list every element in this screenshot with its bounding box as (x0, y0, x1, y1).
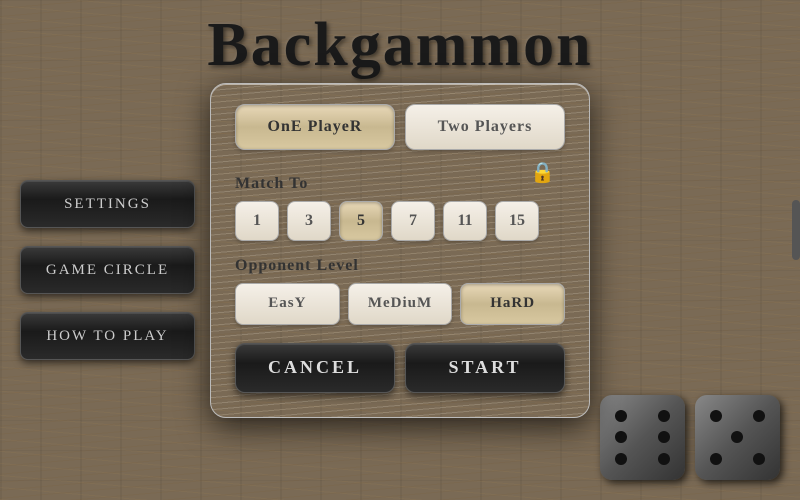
hard-button[interactable]: HaRD (460, 283, 565, 325)
start-label: Start (448, 357, 521, 377)
match-5-button[interactable]: 5 (339, 201, 383, 241)
match-15-button[interactable]: 15 (495, 201, 539, 241)
match-11-button[interactable]: 11 (443, 201, 487, 241)
dialog: OnE PlayeR Two Players 🔒 Match To 1 3 5 … (210, 83, 590, 418)
two-players-label: Two Players (438, 118, 533, 135)
one-player-button[interactable]: OnE PlayeR (235, 104, 395, 150)
one-player-label: OnE PlayeR (268, 118, 363, 135)
easy-button[interactable]: EasY (235, 283, 340, 325)
two-players-button[interactable]: Two Players (405, 104, 565, 150)
match-3-button[interactable]: 3 (287, 201, 331, 241)
mode-row: OnE PlayeR Two Players (235, 104, 565, 150)
cancel-button[interactable]: Cancel (235, 343, 395, 393)
lock-icon: 🔒 (530, 160, 555, 185)
opponent-level-label: Opponent Level (235, 257, 565, 275)
match-row: 1 3 5 7 11 15 (235, 201, 565, 241)
dialog-overlay: OnE PlayeR Two Players 🔒 Match To 1 3 5 … (0, 0, 800, 500)
medium-button[interactable]: MeDiuM (348, 283, 453, 325)
match-7-button[interactable]: 7 (391, 201, 435, 241)
action-row: Cancel Start (235, 343, 565, 393)
match-to-label: Match To (235, 175, 565, 193)
start-button[interactable]: Start (405, 343, 565, 393)
match-1-button[interactable]: 1 (235, 201, 279, 241)
level-row: EasY MeDiuM HaRD (235, 283, 565, 325)
cancel-label: Cancel (268, 357, 362, 377)
